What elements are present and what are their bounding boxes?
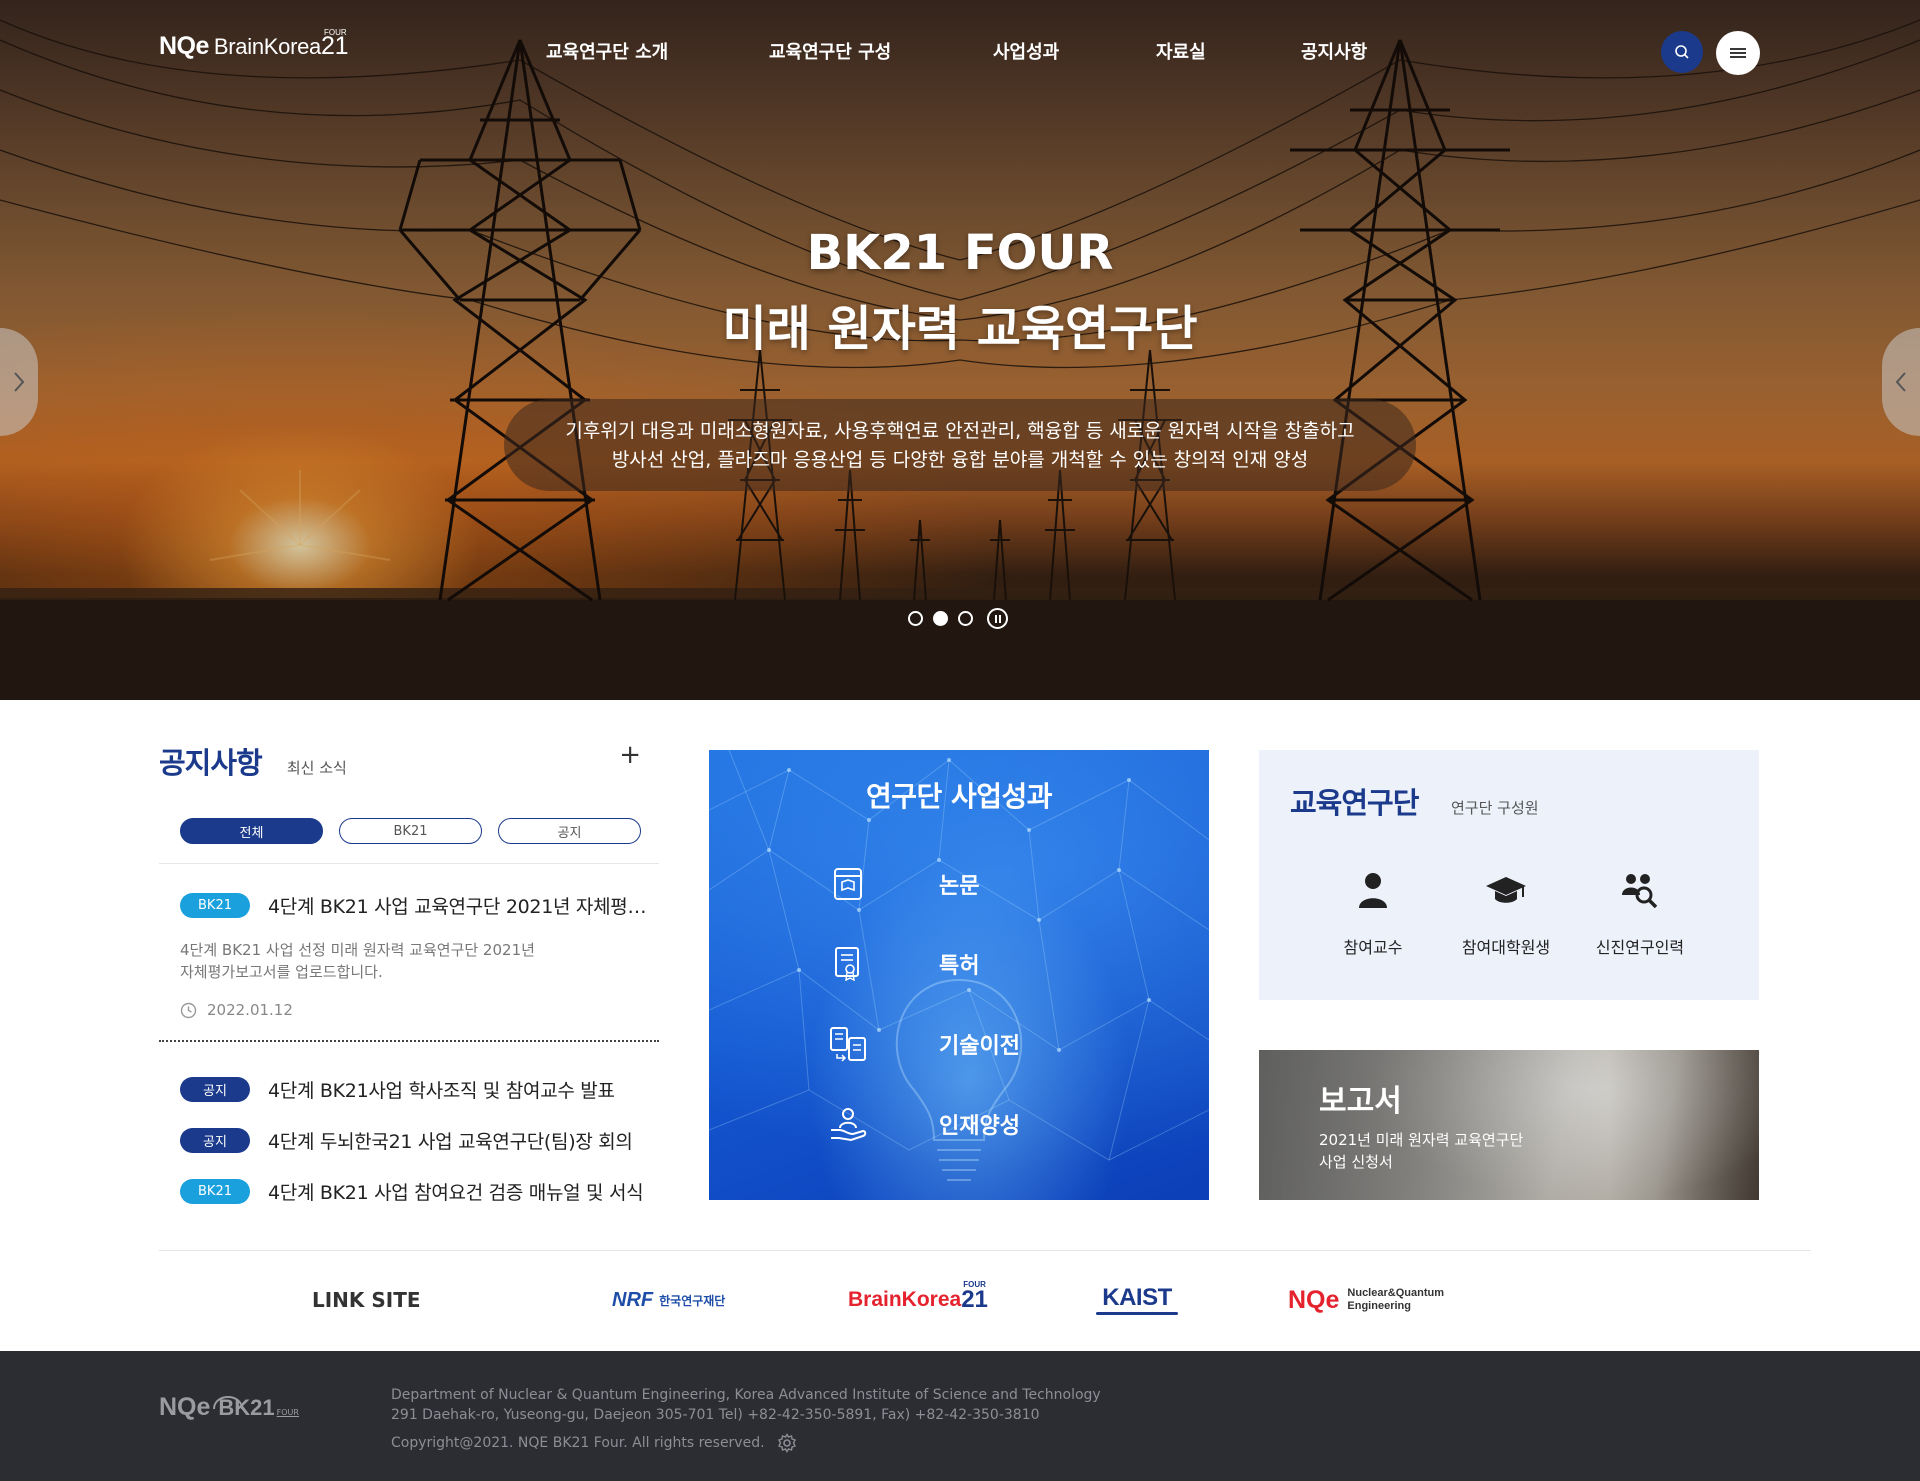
site-header: NQe BrainKorea21 FOUR 교육연구단 소개 교육연구단 구성 … — [0, 0, 1920, 100]
link-site-title: LINK SITE — [312, 1288, 421, 1312]
list-item[interactable]: 공지 4단계 두뇌한국21 사업 교육연구단(팀)장 회의 — [180, 1115, 650, 1166]
slide-dot-2[interactable] — [933, 611, 948, 626]
research-team-panel: 교육연구단 연구단 구성원 참여교수 참여대학원생 신진연구인력 — [1259, 750, 1759, 1000]
chevron-left-icon — [1895, 372, 1906, 392]
featured-notice-title[interactable]: 4단계 BK21 사업 교육연구단 2021년 자체평가보고서 — [268, 892, 650, 919]
nav-item-organization[interactable]: 교육연구단 구성 — [769, 38, 891, 64]
featured-notice-desc: 4단계 BK21 사업 선정 미래 원자력 교육연구단 2021년 자체평가보고… — [180, 941, 535, 981]
link-nqe[interactable]: NQe Nuclear&Quantum Engineering — [1288, 1275, 1444, 1325]
hero-banner: NQe BrainKorea21 FOUR 교육연구단 소개 교육연구단 구성 … — [0, 0, 1920, 700]
report-desc: 2021년 미래 원자력 교육연구단 사업 신청서 — [1319, 1131, 1524, 1171]
result-label: 기술이전 — [939, 1034, 1020, 1059]
result-item-talent[interactable]: 인재양성 — [829, 1105, 1020, 1143]
graduation-cap-icon — [1486, 877, 1526, 903]
report-title: 보고서 — [1319, 1084, 1402, 1119]
hero-title: BK21 FOUR 미래 원자력 교육연구단 — [0, 215, 1920, 367]
featured-notice-date: 2022.01.12 — [180, 1001, 650, 1019]
category-badge: 공지 — [180, 1077, 250, 1102]
nav-item-results[interactable]: 사업성과 — [993, 38, 1059, 64]
document-transfer-icon — [830, 1027, 866, 1062]
nav-item-intro[interactable]: 교육연구단 소개 — [546, 38, 668, 64]
result-item-papers[interactable]: 논문 — [829, 865, 979, 903]
footer-logo: NQe BK21 FOUR — [159, 1393, 299, 1422]
link-nrf[interactable]: NRF 한국연구재단 — [612, 1275, 725, 1325]
report-banner[interactable]: 보고서 2021년 미래 원자력 교육연구단 사업 신청서 — [1259, 1050, 1759, 1200]
result-label: 인재양성 — [939, 1114, 1020, 1139]
bk21-arc-icon — [213, 1396, 244, 1410]
result-label: 특허 — [939, 954, 980, 979]
member-label: 참여교수 — [1343, 938, 1403, 957]
category-badge: 공지 — [180, 1128, 250, 1153]
paper-book-icon — [834, 868, 862, 900]
member-label: 신진연구인력 — [1595, 938, 1685, 957]
tab-notice[interactable]: 공지 — [498, 818, 641, 844]
member-label: 참여대학원생 — [1461, 938, 1551, 957]
nav-item-archive[interactable]: 자료실 — [1156, 38, 1206, 64]
hero-title-line2: 미래 원자력 교육연구단 — [722, 301, 1198, 357]
member-professors[interactable]: 참여교수 — [1313, 868, 1433, 958]
team-title: 교육연구단 — [1290, 786, 1419, 820]
divider — [159, 1250, 1811, 1251]
tab-all[interactable]: 전체 — [180, 818, 323, 844]
group-search-icon — [1622, 874, 1658, 909]
tab-bk21[interactable]: BK21 — [339, 818, 482, 844]
results-title: 연구단 사업성과 — [865, 780, 1053, 813]
category-badge: BK21 — [180, 893, 250, 918]
pause-button[interactable] — [987, 608, 1008, 629]
search-button[interactable] — [1661, 31, 1703, 73]
slide-pagination — [908, 608, 1008, 629]
hamburger-icon — [1730, 48, 1746, 58]
member-grad-students[interactable]: 참여대학원생 — [1446, 868, 1566, 958]
clock-icon — [180, 1002, 197, 1018]
hero-title-line1: BK21 FOUR — [806, 225, 1114, 281]
divider — [159, 863, 659, 864]
main-nav: 교육연구단 소개 교육연구단 구성 사업성과 자료실 공지사항 — [0, 38, 1920, 64]
link-brainkorea21[interactable]: BrainKorea 21 FOUR — [848, 1275, 988, 1325]
link-kaist[interactable]: KAIST — [1096, 1275, 1178, 1325]
result-item-patents[interactable]: 특허 — [829, 945, 979, 983]
notice-item-title[interactable]: 4단계 두뇌한국21 사업 교육연구단(팀)장 회의 — [268, 1127, 650, 1154]
person-icon — [1359, 873, 1387, 908]
slide-dot-3[interactable] — [958, 611, 973, 626]
dotted-divider — [159, 1040, 659, 1042]
site-footer: NQe BK21 FOUR Department of Nuclear & Qu… — [0, 1351, 1920, 1481]
chevron-right-icon — [14, 372, 25, 392]
notice-subtitle: 최신 소식 — [286, 759, 347, 777]
hand-person-icon — [831, 1108, 867, 1142]
menu-button[interactable] — [1716, 31, 1760, 75]
notice-list: 공지 4단계 BK21사업 학사조직 및 참여교수 발표 공지 4단계 두뇌한국… — [180, 1064, 650, 1217]
search-icon — [1675, 45, 1689, 59]
nav-item-notice[interactable]: 공지사항 — [1301, 38, 1367, 64]
notice-more-button[interactable]: + — [619, 740, 641, 770]
research-results-panel: 연구단 사업성과 논문 특허 기술이전 인재양성 — [709, 750, 1209, 1200]
footer-copyright: Copyright@2021. NQE BK21 Four. All right… — [391, 1433, 797, 1453]
hero-description: 기후위기 대응과 미래소형원자료, 사용후핵연료 안전관리, 핵융합 등 새로운… — [504, 399, 1416, 491]
list-item[interactable]: 공지 4단계 BK21사업 학사조직 및 참여교수 발표 — [180, 1064, 650, 1115]
notice-tabs: 전체 BK21 공지 — [180, 818, 641, 844]
team-subtitle: 연구단 구성원 — [1451, 799, 1539, 817]
category-badge: BK21 — [180, 1179, 250, 1204]
gear-icon[interactable] — [777, 1433, 797, 1453]
result-label: 논문 — [939, 874, 980, 899]
member-researchers[interactable]: 신진연구인력 — [1580, 868, 1700, 958]
list-item[interactable]: BK21 4단계 BK21 사업 참여요건 검증 매뉴얼 및 서식 — [180, 1166, 650, 1217]
notice-section: 공지사항 최신 소식 + 전체 BK21 공지 BK21 4단계 BK21 사업… — [159, 740, 659, 1204]
notice-item-title[interactable]: 4단계 BK21사업 학사조직 및 참여교수 발표 — [268, 1076, 650, 1103]
notice-title: 공지사항 — [159, 746, 263, 780]
footer-address: Department of Nuclear & Quantum Engineer… — [391, 1387, 1101, 1423]
certificate-icon — [835, 947, 859, 982]
notice-item-title[interactable]: 4단계 BK21 사업 참여요건 검증 매뉴얼 및 서식 — [268, 1178, 650, 1205]
result-item-tech-transfer[interactable]: 기술이전 — [829, 1025, 1020, 1063]
slide-dot-1[interactable] — [908, 611, 923, 626]
featured-notice[interactable]: BK21 4단계 BK21 사업 교육연구단 2021년 자체평가보고서 4단계… — [180, 892, 650, 1019]
